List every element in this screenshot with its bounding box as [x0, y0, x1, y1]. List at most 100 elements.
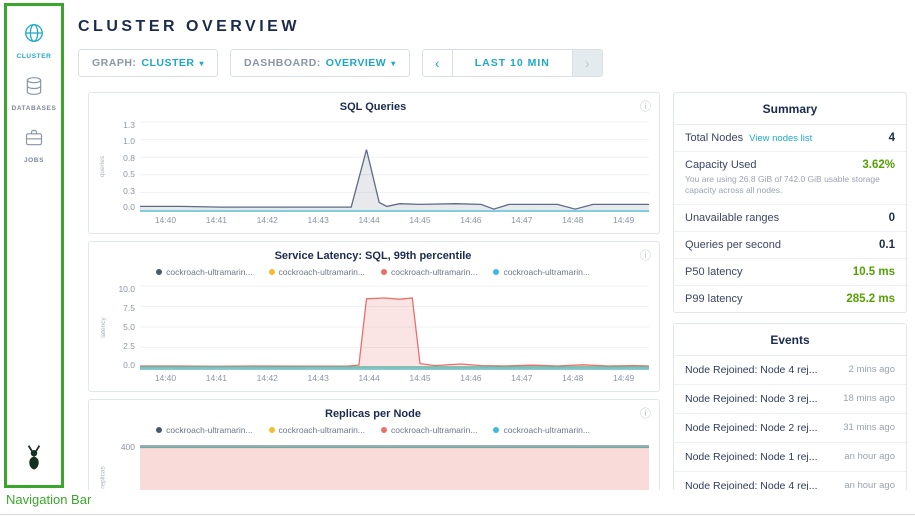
y-tick-label: 5.0 — [123, 322, 135, 332]
event-row: Node Rejoined: Node 2 rej... 31 mins ago — [674, 414, 906, 443]
event-text: Node Rejoined: Node 4 rej... — [685, 364, 841, 376]
legend-dot-icon — [269, 269, 275, 275]
time-prev-button[interactable]: ‹ — [423, 50, 453, 76]
databases-icon — [24, 76, 44, 101]
chevron-down-icon: ▾ — [391, 59, 396, 68]
event-time: 2 mins ago — [849, 364, 895, 375]
x-tick-label: 14:41 — [191, 215, 242, 225]
chart-plot — [140, 284, 649, 370]
summary-row-subtext: You are using 26.8 GiB of 742.0 GiB usab… — [685, 174, 895, 197]
right-sidebar: Summary Total NodesView nodes list4 Capac… — [673, 92, 907, 490]
summary-title: Summary — [674, 93, 906, 125]
time-range-label[interactable]: LAST 10 MIN — [453, 50, 572, 76]
y-tick-label: 0.5 — [123, 169, 135, 179]
summary-row: Unavailable ranges0 — [674, 205, 906, 232]
y-axis-label: queries — [97, 120, 109, 212]
summary-row-label: Capacity Used — [685, 159, 757, 171]
y-axis-label: replicas — [97, 442, 109, 490]
summary-row-label: Queries per second — [685, 239, 781, 251]
legend-dot-icon — [269, 427, 275, 433]
summary-row-label: Unavailable ranges — [685, 212, 779, 224]
chart-title: Replicas per Node — [97, 408, 649, 420]
events-panel: Events Node Rejoined: Node 4 rej... 2 min… — [673, 323, 907, 490]
summary-rows: Total NodesView nodes list4 Capacity Used… — [674, 125, 906, 312]
chart-yticks: 1.31.00.80.50.30.0 — [109, 120, 140, 212]
event-row: Node Rejoined: Node 3 rej... 18 mins ago — [674, 385, 906, 414]
chart-yticks: 400 — [109, 442, 140, 490]
graph-dropdown-value: CLUSTER — [141, 57, 194, 69]
event-time: 18 mins ago — [843, 393, 895, 404]
y-tick-label: 7.5 — [123, 303, 135, 313]
y-axis-label: latency — [97, 284, 109, 370]
y-tick-label: 400 — [121, 442, 135, 452]
chevron-down-icon: ▾ — [200, 59, 205, 68]
summary-row-label: P99 latency — [685, 293, 742, 305]
summary-row-value: 10.5 ms — [853, 266, 895, 278]
info-icon[interactable]: ⓘ — [640, 405, 651, 421]
x-tick-label: 14:49 — [598, 373, 649, 383]
chart-title: Service Latency: SQL, 99th percentile — [97, 250, 649, 262]
y-tick-label: 0.0 — [123, 202, 135, 212]
graph-dropdown[interactable]: GRAPH: CLUSTER ▾ — [78, 49, 218, 77]
events-title: Events — [674, 324, 906, 356]
dashboard-controls: GRAPH: CLUSTER ▾ DASHBOARD: OVERVIEW ▾ ‹… — [78, 49, 907, 77]
legend-label: cockroach-ultramarin... — [503, 267, 589, 277]
legend-dot-icon — [493, 427, 499, 433]
summary-row: P50 latency 10.5 ms — [674, 259, 906, 286]
summary-row: P99 latency285.2 ms — [674, 286, 906, 312]
event-text: Node Rejoined: Node 3 rej... — [685, 393, 835, 405]
sidebar-item-jobs[interactable]: JOBS — [24, 128, 44, 164]
chart-legend: cockroach-ultramarin... cockroach-ultrama… — [97, 267, 649, 277]
x-tick-label: 14:40 — [140, 373, 191, 383]
graph-dropdown-label: GRAPH: — [92, 57, 136, 69]
chart-service-latency: Service Latency: SQL, 99th percentile ⓘ … — [88, 241, 660, 392]
info-icon[interactable]: ⓘ — [640, 247, 651, 263]
chart-body: latency 10.07.55.02.50.0 — [97, 284, 649, 370]
sidebar-item-label: DATABASES — [12, 105, 57, 112]
x-tick-label: 14:48 — [547, 373, 598, 383]
navigation-bar: CLUSTER DATABASES — [4, 3, 64, 488]
legend-dot-icon — [381, 427, 387, 433]
cockroachdb-logo-icon — [21, 444, 47, 475]
time-next-button[interactable]: › — [572, 50, 602, 76]
legend-label: cockroach-ultramarin... — [503, 425, 589, 435]
dashboard-dropdown-label: DASHBOARD: — [244, 57, 321, 69]
content-area: SQL Queries ⓘ queries 1.31.00.80.50.30.0… — [88, 92, 907, 490]
y-tick-label: 0.0 — [123, 360, 135, 370]
legend-item: cockroach-ultramarin... — [269, 425, 365, 435]
legend-item: cockroach-ultramarin... — [269, 267, 365, 277]
summary-row: Total NodesView nodes list4 — [674, 125, 906, 152]
event-text: Node Rejoined: Node 2 rej... — [685, 422, 835, 434]
summary-row: Queries per second0.1 — [674, 232, 906, 259]
x-tick-label: 14:42 — [242, 373, 293, 383]
chart-yticks: 10.07.55.02.50.0 — [109, 284, 140, 370]
summary-row-label: P50 latency — [685, 266, 742, 278]
legend-item: cockroach-ultramarin... — [493, 267, 589, 277]
chart-plot — [140, 120, 649, 212]
view-nodes-link[interactable]: View nodes list — [749, 133, 812, 144]
jobs-icon — [24, 128, 44, 153]
legend-label: cockroach-ultramarin... — [279, 425, 365, 435]
bottom-divider — [0, 514, 915, 515]
event-row: Node Rejoined: Node 1 rej... an hour ago — [674, 443, 906, 472]
y-tick-label: 10.0 — [118, 284, 135, 294]
legend-dot-icon — [156, 427, 162, 433]
sidebar-item-cluster[interactable]: CLUSTER — [17, 22, 52, 60]
sidebar-item-databases[interactable]: DATABASES — [12, 76, 57, 112]
chart-xticks: 14:4014:4114:4214:4314:4414:4514:4614:47… — [140, 215, 649, 225]
time-range-selector: ‹ LAST 10 MIN › — [422, 49, 603, 77]
dashboard-dropdown[interactable]: DASHBOARD: OVERVIEW ▾ — [230, 49, 410, 77]
y-tick-label: 0.3 — [123, 186, 135, 196]
info-icon[interactable]: ⓘ — [640, 98, 651, 114]
event-time: an hour ago — [844, 451, 895, 462]
app-window: CLUSTER DATABASES — [0, 0, 915, 517]
sidebar-item-label: CLUSTER — [17, 53, 52, 60]
event-time: 31 mins ago — [843, 422, 895, 433]
event-text: Node Rejoined: Node 4 rej... — [685, 480, 836, 490]
chart-legend: cockroach-ultramarin... cockroach-ultrama… — [97, 425, 649, 435]
event-text: Node Rejoined: Node 1 rej... — [685, 451, 836, 463]
x-tick-label: 14:42 — [242, 215, 293, 225]
charts-column: SQL Queries ⓘ queries 1.31.00.80.50.30.0… — [88, 92, 660, 490]
sidebar-item-label: JOBS — [24, 157, 44, 164]
x-tick-label: 14:48 — [547, 215, 598, 225]
